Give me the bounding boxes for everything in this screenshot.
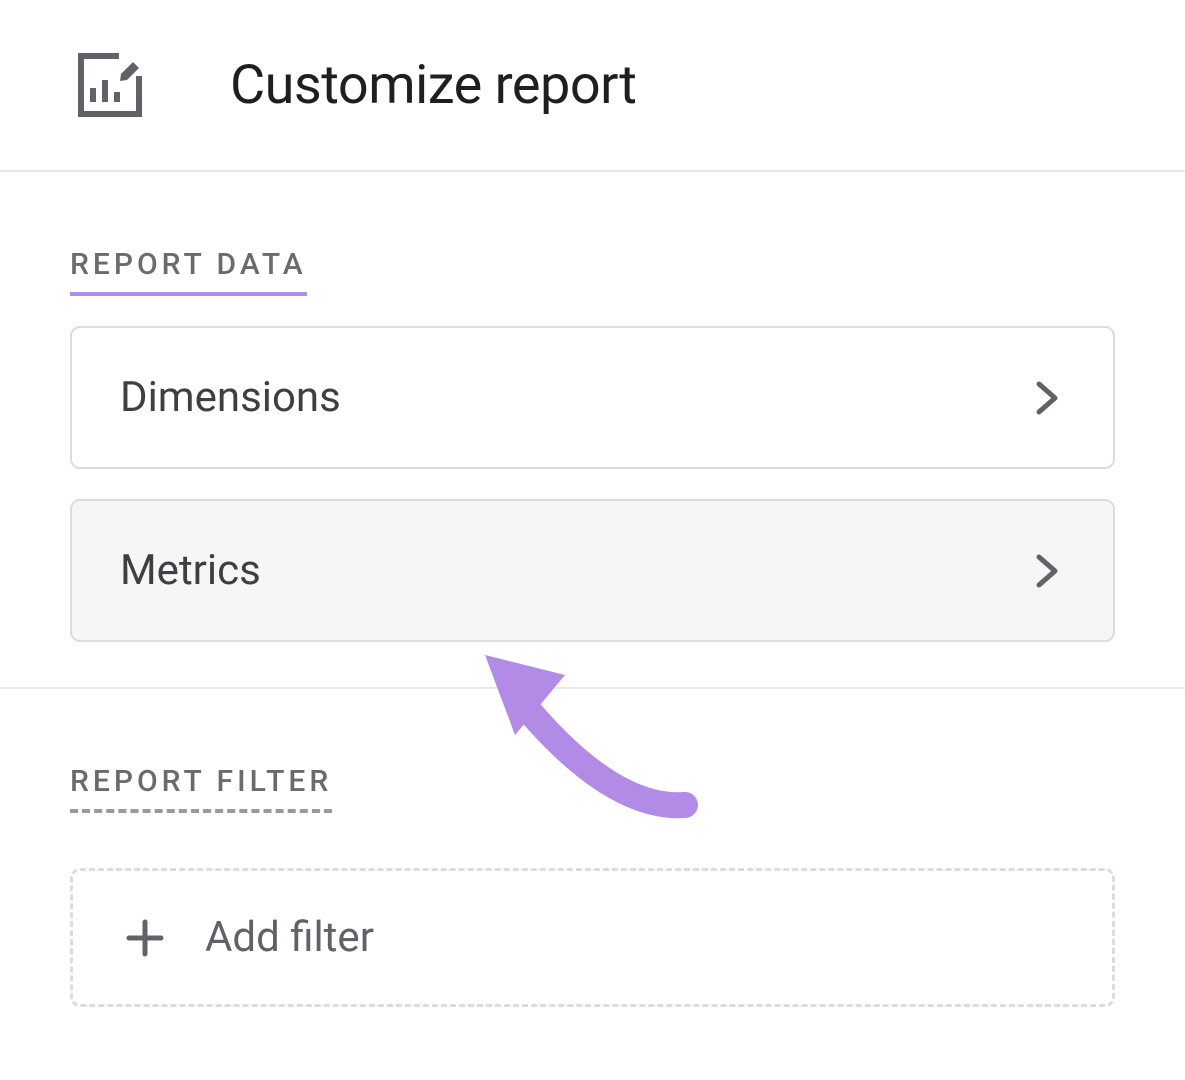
customize-report-icon xyxy=(75,50,145,120)
report-data-heading: REPORT DATA xyxy=(70,247,307,296)
dimensions-label: Dimensions xyxy=(120,373,341,422)
report-data-section: REPORT DATA Dimensions Metrics xyxy=(0,172,1185,642)
add-filter-label: Add filter xyxy=(205,913,374,962)
metrics-label: Metrics xyxy=(120,546,261,595)
report-filter-section: REPORT FILTER Add filter xyxy=(0,689,1185,1007)
page-header: Customize report xyxy=(0,0,1185,172)
add-filter-button[interactable]: Add filter xyxy=(70,868,1115,1007)
chevron-right-icon xyxy=(1029,380,1065,416)
dimensions-option[interactable]: Dimensions xyxy=(70,326,1115,469)
report-filter-heading: REPORT FILTER xyxy=(70,764,332,813)
plus-icon xyxy=(121,914,169,962)
chevron-right-icon xyxy=(1029,553,1065,589)
metrics-option[interactable]: Metrics xyxy=(70,499,1115,642)
page-title: Customize report xyxy=(230,54,636,117)
